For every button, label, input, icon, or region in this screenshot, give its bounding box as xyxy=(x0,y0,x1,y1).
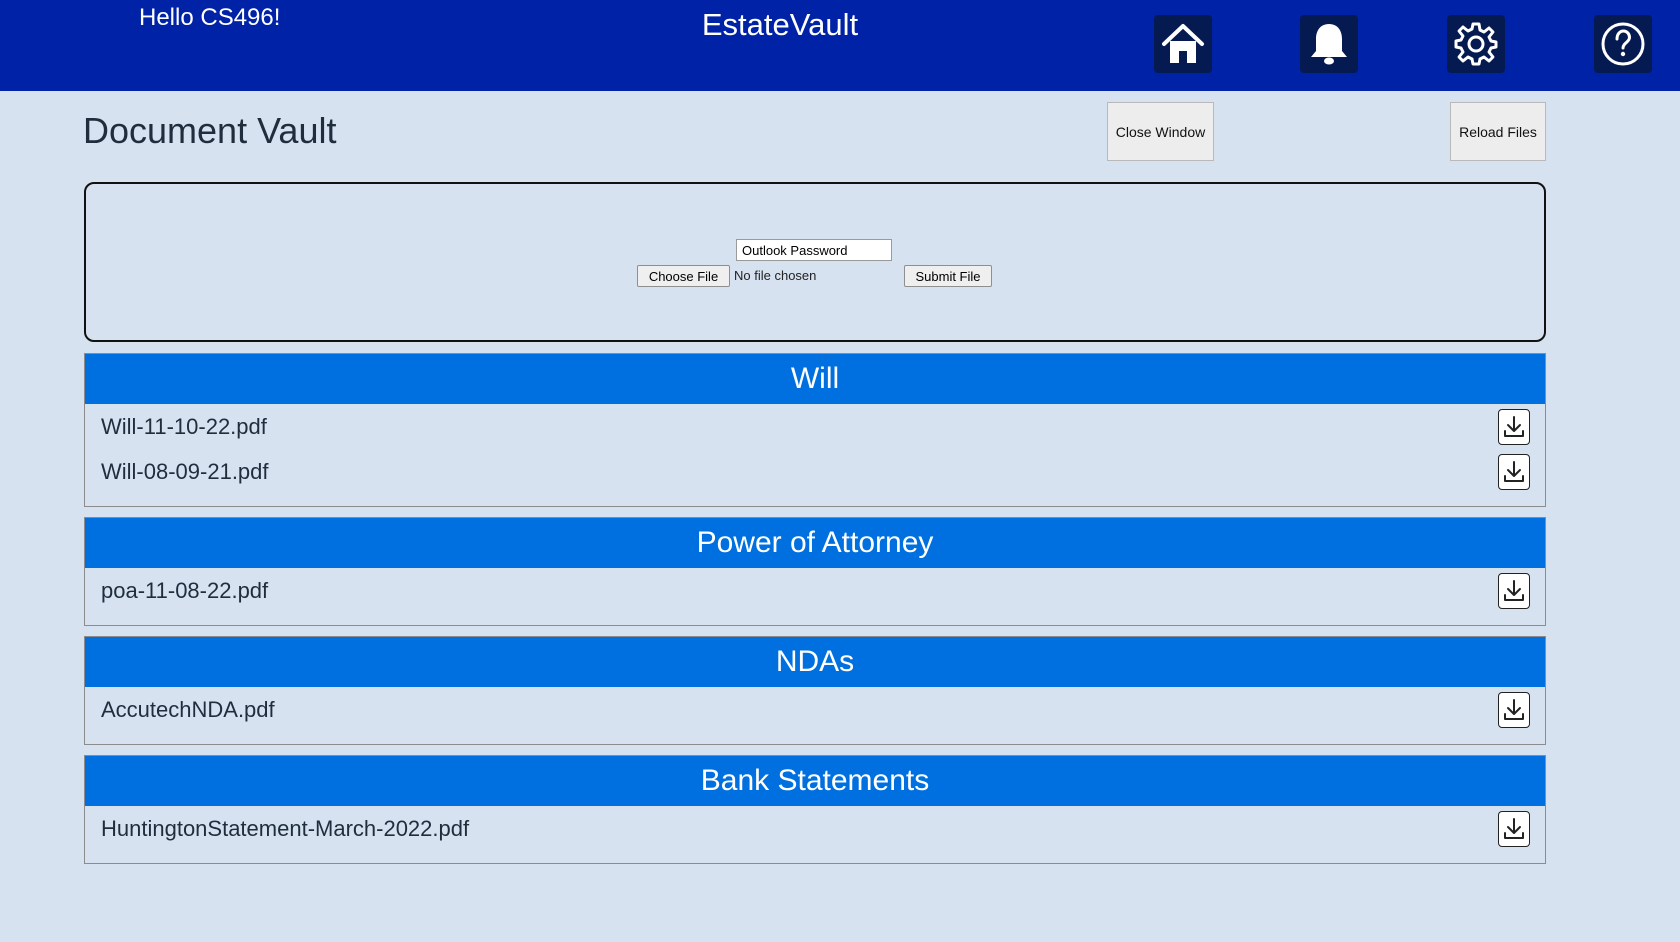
download-icon xyxy=(1504,461,1524,482)
file-row: poa-11-08-22.pdf xyxy=(85,568,1545,613)
section-will: Will Will-11-10-22.pdf Will-08-09-21.pdf xyxy=(84,353,1546,507)
file-name[interactable]: Will-11-10-22.pdf xyxy=(101,414,267,440)
file-status-text: No file chosen xyxy=(734,268,817,283)
bell-icon xyxy=(1311,24,1347,65)
download-icon xyxy=(1504,699,1524,720)
download-button[interactable] xyxy=(1498,409,1530,445)
download-button[interactable] xyxy=(1498,573,1530,609)
section-header: Power of Attorney xyxy=(85,518,1545,568)
download-icon xyxy=(1504,580,1524,601)
gear-icon xyxy=(1454,22,1498,66)
download-icon xyxy=(1504,416,1524,437)
file-row: HuntingtonStatement-March-2022.pdf xyxy=(85,806,1545,851)
section-header: Bank Statements xyxy=(85,756,1545,806)
document-name-input[interactable] xyxy=(736,239,892,261)
download-button[interactable] xyxy=(1498,692,1530,728)
settings-button[interactable] xyxy=(1447,15,1505,73)
file-row: Will-11-10-22.pdf xyxy=(85,404,1545,449)
download-button[interactable] xyxy=(1498,811,1530,847)
section-ndas: NDAs AccutechNDA.pdf xyxy=(84,636,1546,745)
file-row: AccutechNDA.pdf xyxy=(85,687,1545,732)
home-icon xyxy=(1162,24,1204,63)
file-name[interactable]: poa-11-08-22.pdf xyxy=(101,578,268,604)
file-name[interactable]: HuntingtonStatement-March-2022.pdf xyxy=(101,816,469,842)
top-bar: Hello CS496! EstateVault xyxy=(0,0,1680,91)
page-title: Document Vault xyxy=(83,110,337,151)
download-button[interactable] xyxy=(1498,454,1530,490)
notifications-button[interactable] xyxy=(1300,15,1358,73)
help-icon xyxy=(1601,22,1645,66)
upload-panel xyxy=(84,182,1546,342)
choose-file-button[interactable]: Choose File xyxy=(637,265,730,287)
file-name[interactable]: AccutechNDA.pdf xyxy=(101,697,275,723)
file-name[interactable]: Will-08-09-21.pdf xyxy=(101,459,269,485)
reload-files-button[interactable]: Reload Files xyxy=(1450,102,1546,161)
section-header: Will xyxy=(85,354,1545,404)
submit-file-button[interactable]: Submit File xyxy=(904,265,992,287)
help-button[interactable] xyxy=(1594,15,1652,73)
download-icon xyxy=(1504,818,1524,839)
file-row: Will-08-09-21.pdf xyxy=(85,449,1545,494)
home-button[interactable] xyxy=(1154,15,1212,73)
close-window-button[interactable]: Close Window xyxy=(1107,102,1214,161)
section-bank-statements: Bank Statements HuntingtonStatement-Marc… xyxy=(84,755,1546,864)
section-power-of-attorney: Power of Attorney poa-11-08-22.pdf xyxy=(84,517,1546,626)
section-header: NDAs xyxy=(85,637,1545,687)
